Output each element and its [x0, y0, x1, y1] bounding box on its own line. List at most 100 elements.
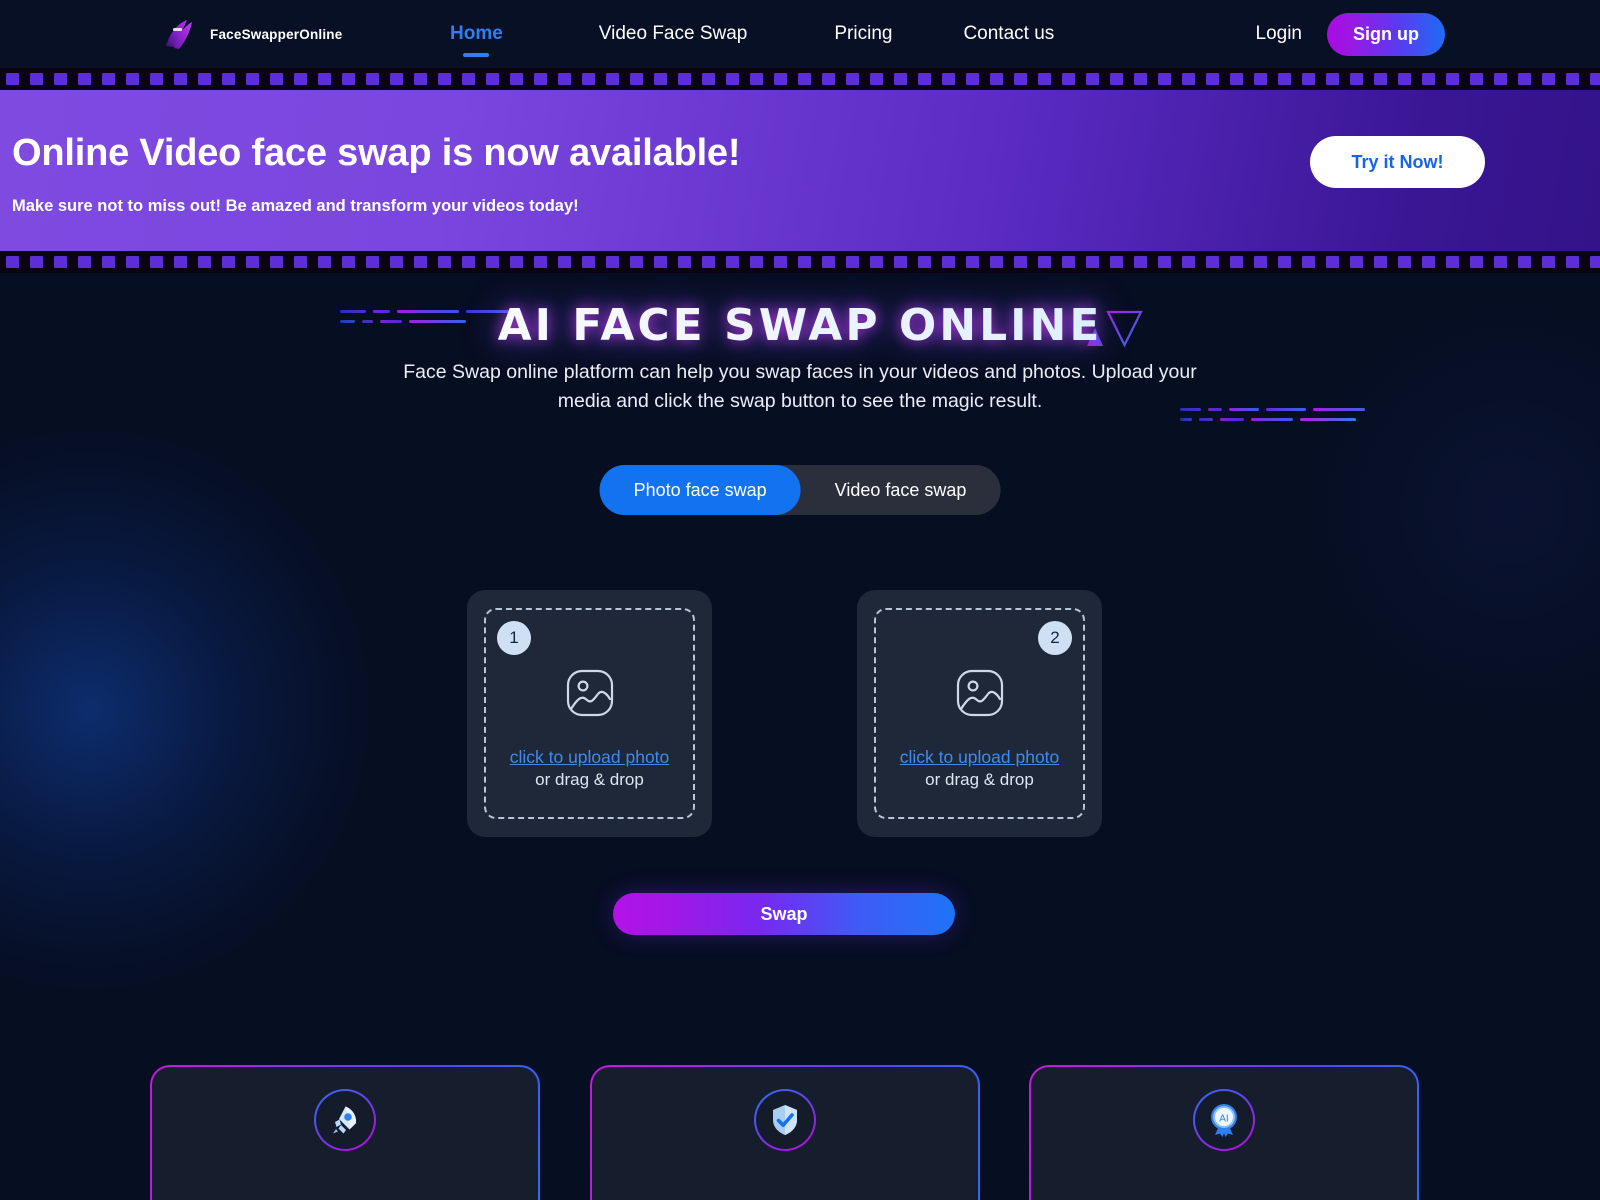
film-perforation — [1278, 73, 1291, 85]
film-perforation — [1134, 256, 1147, 268]
film-perforations-top — [0, 68, 1600, 90]
film-perforation — [342, 73, 355, 85]
film-perforation — [30, 256, 43, 268]
film-perforation — [6, 73, 19, 85]
film-perforation — [558, 73, 571, 85]
film-perforation — [846, 256, 859, 268]
film-perforation — [894, 256, 907, 268]
upload-link-second[interactable]: click to upload photo — [876, 747, 1083, 768]
shield-check-icon — [754, 1089, 816, 1151]
nav-item-home-label: Home — [450, 23, 503, 44]
film-perforation — [918, 256, 931, 268]
upload-card-first[interactable]: 1 click to upload photo or drag & drop — [467, 590, 712, 837]
film-perforation — [1182, 256, 1195, 268]
nav-item-pricing[interactable]: Pricing — [834, 23, 892, 45]
film-perforation — [486, 256, 499, 268]
film-perforation — [1158, 73, 1171, 85]
decor-speedlines-right — [1180, 408, 1365, 428]
promo-banner: Online Video face swap is now available!… — [0, 68, 1600, 273]
nav-item-video-face-swap[interactable]: Video Face Swap — [599, 23, 748, 45]
film-perforation — [1542, 73, 1555, 85]
film-perforation — [366, 256, 379, 268]
film-perforation — [150, 73, 163, 85]
feature-card-ai-quality[interactable]: AI — [1029, 1065, 1419, 1200]
film-perforation — [1470, 73, 1483, 85]
film-perforation — [198, 73, 211, 85]
film-perforation — [510, 256, 523, 268]
upload-dropzone-first[interactable]: 1 click to upload photo or drag & drop — [484, 608, 695, 819]
film-perforation — [1230, 73, 1243, 85]
film-perforation — [1254, 73, 1267, 85]
feature-cards: AI — [0, 1065, 1600, 1200]
film-perforation — [822, 256, 835, 268]
film-perforation — [1350, 256, 1363, 268]
try-it-now-button[interactable]: Try it Now! — [1310, 136, 1485, 188]
film-perforation — [798, 73, 811, 85]
film-perforation — [1134, 73, 1147, 85]
film-perforation — [942, 73, 955, 85]
film-perforation — [246, 73, 259, 85]
film-perforation — [1302, 256, 1315, 268]
nav-item-home[interactable]: Home — [450, 23, 503, 57]
upload-badge-1: 1 — [497, 621, 531, 655]
film-perforation — [1566, 73, 1579, 85]
film-perforation — [1254, 256, 1267, 268]
film-perforation — [1566, 256, 1579, 268]
film-perforation — [102, 256, 115, 268]
film-perforation — [1110, 73, 1123, 85]
film-perforation — [438, 256, 451, 268]
film-perforation — [990, 256, 1003, 268]
login-link[interactable]: Login — [1256, 23, 1303, 45]
film-perforation — [582, 256, 595, 268]
film-perforation — [606, 73, 619, 85]
film-perforation — [702, 73, 715, 85]
page-root: FaceSwapperOnline Home Video Face Swap P… — [0, 0, 1600, 1200]
site-header: FaceSwapperOnline Home Video Face Swap P… — [0, 0, 1600, 68]
ai-badge-icon: AI — [1193, 1089, 1255, 1151]
swap-submit-button[interactable]: Swap — [613, 893, 955, 935]
tab-video-face-swap[interactable]: Video face swap — [801, 465, 1001, 515]
film-perforation — [1158, 256, 1171, 268]
upload-dropzone-second[interactable]: 2 click to upload photo or drag & drop — [874, 608, 1085, 819]
film-perforation — [510, 73, 523, 85]
film-perforation — [1062, 73, 1075, 85]
film-perforation — [702, 256, 715, 268]
film-perforation — [414, 256, 427, 268]
film-perforation — [870, 73, 883, 85]
film-perforation — [1038, 256, 1051, 268]
logo[interactable]: FaceSwapperOnline — [160, 11, 342, 57]
film-perforation — [942, 256, 955, 268]
page-description: Face Swap online platform can help you s… — [403, 361, 1197, 412]
film-perforation — [174, 256, 187, 268]
upload-section: Upload your first photo 1 click to upl — [0, 590, 1600, 840]
upload-link-first[interactable]: click to upload photo — [486, 747, 693, 768]
film-perforation — [966, 73, 979, 85]
film-perforation — [678, 256, 691, 268]
promo-banner-subtitle: Make sure not to miss out! Be amazed and… — [12, 197, 579, 215]
film-perforation — [1518, 73, 1531, 85]
nav-item-contact-us[interactable]: Contact us — [963, 23, 1054, 45]
feature-card-speed[interactable] — [150, 1065, 540, 1200]
film-perforation — [1542, 256, 1555, 268]
film-perforation — [582, 73, 595, 85]
film-perforation — [750, 256, 763, 268]
film-perforation — [150, 256, 163, 268]
tab-photo-face-swap[interactable]: Photo face swap — [599, 465, 801, 515]
film-perforation — [822, 73, 835, 85]
promo-banner-body: Online Video face swap is now available!… — [0, 90, 1600, 251]
film-perforation — [654, 73, 667, 85]
film-perforation — [1446, 256, 1459, 268]
film-perforation — [1470, 256, 1483, 268]
image-placeholder-icon — [564, 667, 616, 724]
upload-card-second[interactable]: 2 click to upload photo or drag & drop — [857, 590, 1102, 837]
film-perforation — [198, 256, 211, 268]
image-placeholder-icon — [954, 667, 1006, 724]
film-perforation — [342, 256, 355, 268]
film-perforation — [654, 256, 667, 268]
signup-button[interactable]: Sign up — [1327, 12, 1445, 56]
feature-card-security[interactable] — [590, 1065, 980, 1200]
main-navigation: Home Video Face Swap Pricing Contact us — [450, 0, 1054, 68]
film-perforation — [318, 73, 331, 85]
film-perforation — [390, 73, 403, 85]
film-perforation — [1494, 73, 1507, 85]
